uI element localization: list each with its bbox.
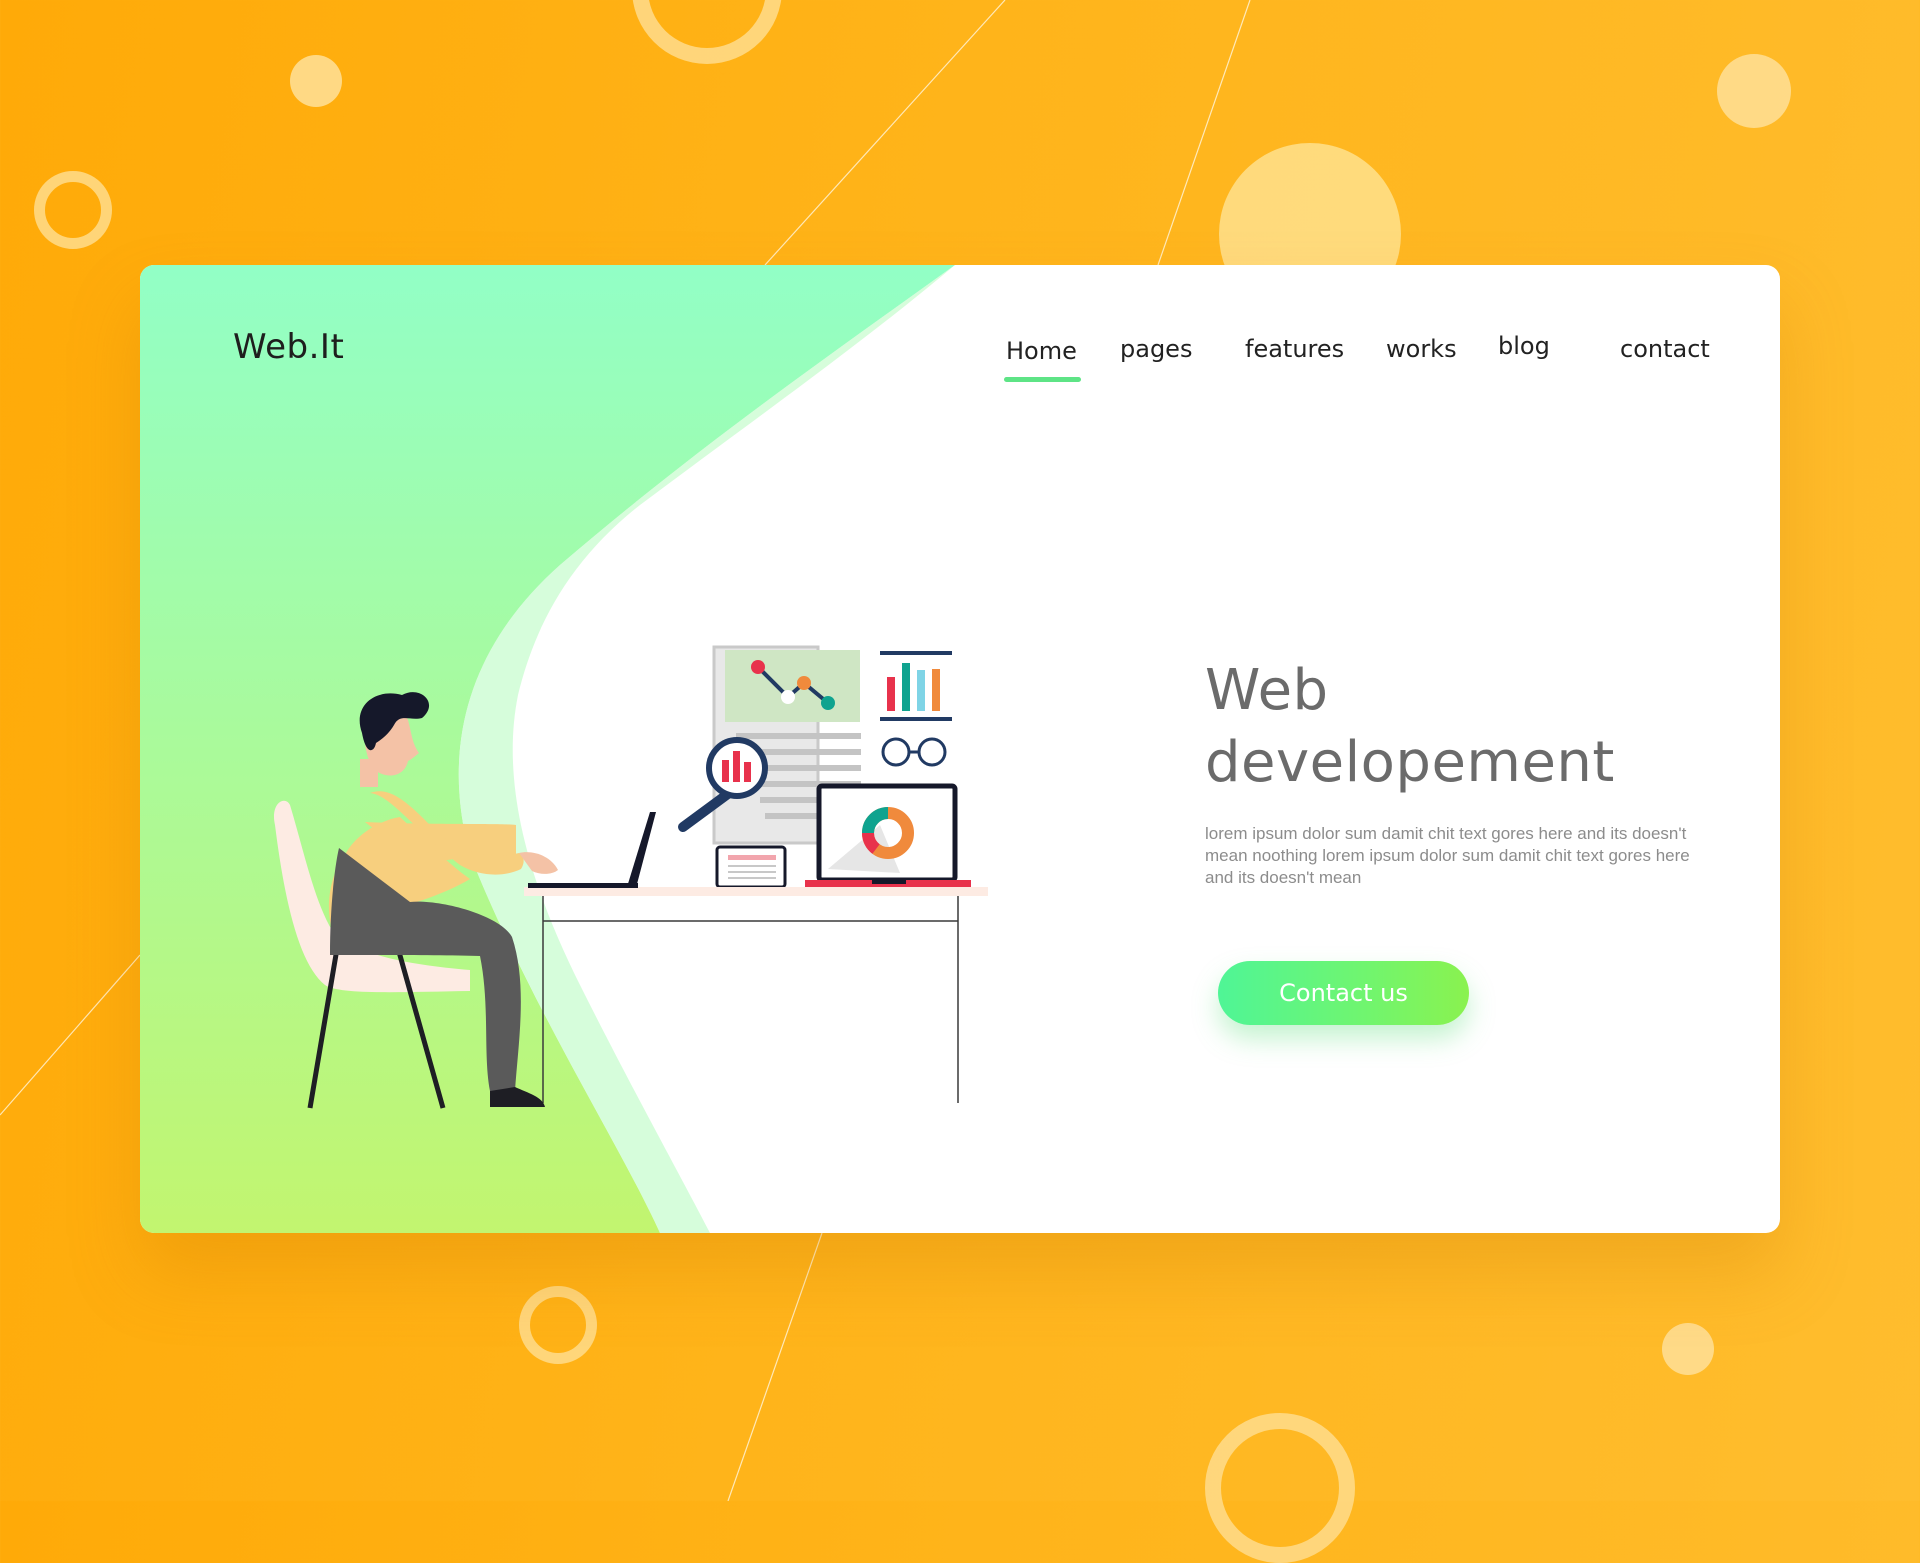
hero-title: Web developement [1205,655,1725,799]
hero-title-line2: developement [1205,730,1615,795]
hero-description: lorem ipsum dolor sum damit chit text go… [1205,824,1690,887]
decor-dot [1662,1323,1714,1375]
desk [524,887,988,1103]
glasses-icon [881,737,947,767]
decor-dot [1717,54,1791,128]
hero-title-line1: Web [1205,658,1329,723]
bar-chart-icon [880,651,952,721]
decor-ring [519,1286,597,1364]
contact-us-button[interactable]: Contact us [1218,961,1469,1025]
monitor-icon [805,783,971,888]
decor-ring [1205,1413,1355,1563]
decor-dot [290,55,342,107]
person-figure [328,692,558,1107]
decor-ring [34,171,112,249]
tablet-icon [715,845,787,889]
laptop-icon [528,812,656,888]
landing-card: Web.It Home pages features works blog co… [140,265,1780,1233]
